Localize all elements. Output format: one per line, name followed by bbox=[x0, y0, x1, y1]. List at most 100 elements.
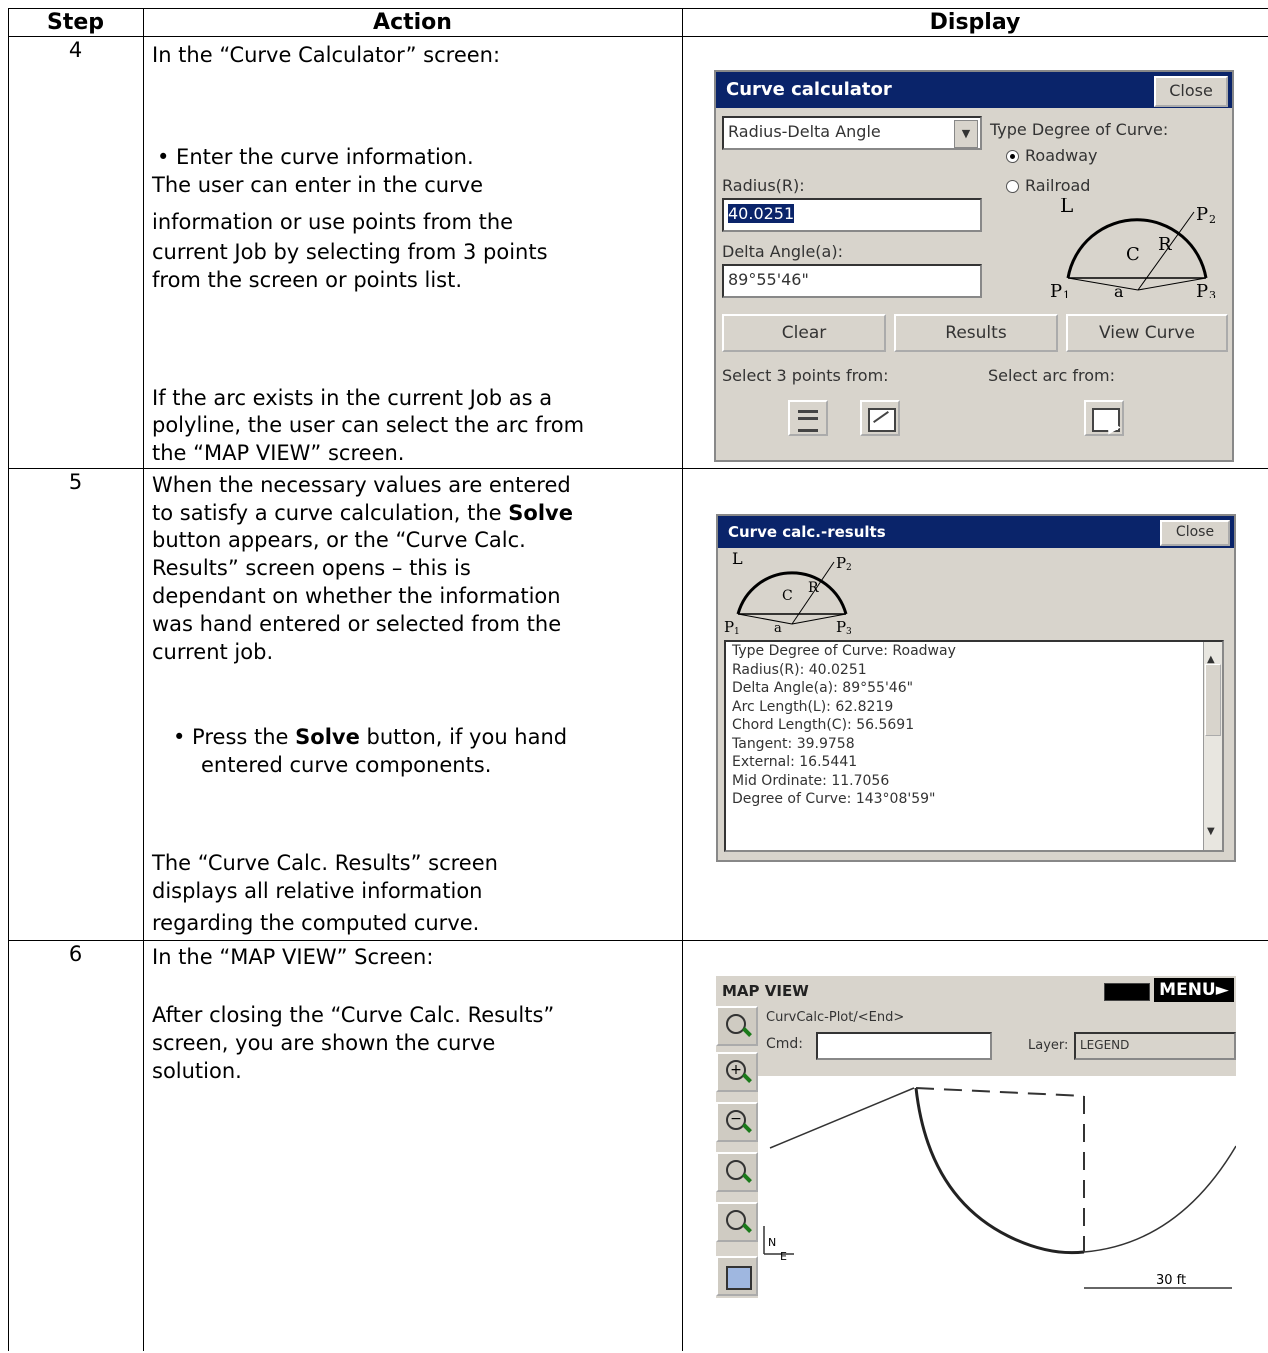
solve-bold: Solve bbox=[508, 501, 573, 525]
action-text: The user can enter in the curve bbox=[152, 173, 484, 197]
window-title: Curve calc.-results bbox=[728, 523, 886, 541]
label-P3: P bbox=[836, 618, 846, 634]
mode-select[interactable]: Radius-Delta Angle ▼ bbox=[722, 116, 982, 150]
action-text: information or use points from the bbox=[152, 210, 514, 234]
action-text: displays all relative information bbox=[152, 879, 483, 903]
row-divider-4-5 bbox=[8, 468, 1268, 469]
label-C: C bbox=[782, 588, 793, 604]
radius-input[interactable]: 40.0251 bbox=[722, 198, 982, 232]
zoom-previous-icon[interactable] bbox=[716, 1202, 758, 1242]
cmd-label: Cmd: bbox=[766, 1036, 804, 1052]
result-line: Delta Angle(a): 89°55'46" bbox=[732, 680, 914, 696]
select-arc-icon[interactable] bbox=[1084, 400, 1124, 436]
label-P1: P bbox=[724, 618, 734, 634]
tangent-line bbox=[769, 1087, 915, 1149]
triangle-right-icon: ► bbox=[1215, 980, 1229, 1000]
zoom-extents-icon[interactable] bbox=[716, 1006, 758, 1046]
bullet-text-part: button, if you hand bbox=[359, 725, 568, 749]
curve-arc bbox=[914, 1087, 1085, 1255]
action-text: the “MAP VIEW” screen. bbox=[152, 441, 405, 465]
radio-selected-icon[interactable] bbox=[1006, 150, 1019, 163]
curve-calculator-window: Curve calculator Close Radius-Delta Angl… bbox=[714, 70, 1234, 462]
results-lines: Type Degree of Curve: Roadway Radius(R):… bbox=[732, 642, 956, 809]
radius-line bbox=[737, 613, 793, 625]
label-L: L bbox=[732, 550, 743, 568]
type-degree-label: Type Degree of Curve: bbox=[990, 120, 1169, 139]
radius-line bbox=[1067, 277, 1139, 291]
solve-bold: Solve bbox=[295, 725, 360, 749]
step-number-6: 6 bbox=[68, 942, 83, 966]
points-list-icon[interactable] bbox=[788, 400, 828, 436]
result-line: External: 16.5441 bbox=[732, 754, 858, 770]
option-railroad[interactable]: Railroad bbox=[1006, 176, 1090, 195]
east-arrow-label: E bbox=[780, 1250, 787, 1263]
action-text: polyline, the user can select the arc fr… bbox=[152, 413, 585, 437]
action-text: current Job by selecting from 3 points bbox=[152, 240, 548, 264]
map-canvas: N E 30 ft bbox=[763, 1087, 1236, 1289]
label-P1: P bbox=[1050, 281, 1062, 298]
header-display: Display bbox=[929, 10, 1021, 35]
map-view-window: MAP VIEW MENU► CurvCalc-Plot/<End> Cmd: … bbox=[716, 976, 1236, 1298]
chevron-down-icon[interactable]: ▼ bbox=[954, 120, 978, 148]
label-P3: P bbox=[1196, 281, 1208, 298]
pan-icon[interactable] bbox=[716, 1256, 758, 1296]
zoom-window-icon[interactable] bbox=[716, 1152, 758, 1192]
label-L: L bbox=[1060, 198, 1073, 217]
action-text: When the necessary values are entered bbox=[152, 473, 571, 497]
label-P3-sub: 3 bbox=[1209, 289, 1216, 298]
delta-angle-input[interactable]: 89°55'46" bbox=[722, 264, 982, 298]
dashed-radius bbox=[915, 1087, 1085, 1097]
select-arc-label: Select arc from: bbox=[988, 366, 1115, 385]
curve-results-window: Curve calc.-results Close L C R a P 1 P … bbox=[716, 514, 1236, 862]
title-bar: Curve calc.-results Close bbox=[718, 516, 1234, 548]
clear-button[interactable]: Clear bbox=[722, 314, 886, 352]
view-curve-button[interactable]: View Curve bbox=[1066, 314, 1228, 352]
layer-label: Layer: bbox=[1028, 1038, 1069, 1053]
result-line: Type Degree of Curve: Roadway bbox=[732, 643, 956, 659]
bullet-item: • Press the Solve button, if you hand bbox=[173, 724, 567, 750]
radio-icon[interactable] bbox=[1006, 180, 1019, 193]
label-a: a bbox=[1114, 282, 1124, 298]
menu-button[interactable]: MENU► bbox=[1154, 978, 1234, 1002]
map-select-icon[interactable] bbox=[860, 400, 900, 436]
scroll-down-icon[interactable]: ▼ bbox=[1207, 818, 1215, 846]
step-number-4: 4 bbox=[68, 38, 83, 62]
col-divider-action bbox=[682, 8, 683, 1351]
bullet-text-part: • Press the bbox=[173, 725, 296, 749]
curve-diagram: L C R a P 1 P 2 P 3 bbox=[724, 550, 852, 634]
action-text: Results” screen opens – this is bbox=[152, 556, 471, 580]
step-number-5: 5 bbox=[68, 470, 83, 494]
label-R: R bbox=[808, 580, 819, 596]
results-button[interactable]: Results bbox=[894, 314, 1058, 352]
action-text: was hand entered or selected from the bbox=[152, 612, 562, 636]
zoom-in-icon[interactable]: + bbox=[716, 1052, 758, 1092]
scrollbar-thumb[interactable] bbox=[1205, 664, 1221, 736]
action-text: screen, you are shown the curve bbox=[152, 1031, 496, 1055]
label-P3-sub: 3 bbox=[846, 627, 852, 634]
action-text: In the “MAP VIEW” Screen: bbox=[152, 945, 434, 969]
option-roadway[interactable]: Roadway bbox=[1006, 146, 1098, 165]
header-action: Action bbox=[373, 10, 452, 35]
scale-label: 30 ft bbox=[1156, 1273, 1186, 1288]
mode-select-value: Radius-Delta Angle bbox=[728, 122, 881, 141]
action-text: If the arc exists in the current Job as … bbox=[152, 386, 553, 410]
layer-field[interactable]: LEGEND bbox=[1074, 1032, 1236, 1060]
action-text: The “Curve Calc. Results” screen bbox=[152, 851, 498, 875]
label-P2: P bbox=[1196, 204, 1208, 225]
action-text: regarding the computed curve. bbox=[152, 911, 480, 935]
label-R: R bbox=[1158, 234, 1172, 255]
results-listbox[interactable]: Type Degree of Curve: Roadway Radius(R):… bbox=[724, 640, 1224, 852]
vertical-scrollbar[interactable]: ▲ ▼ bbox=[1203, 642, 1222, 850]
label-P2-sub: 2 bbox=[846, 563, 852, 573]
action-text-part: to satisfy a curve calculation, the bbox=[152, 501, 509, 525]
table-left-border bbox=[8, 8, 9, 1351]
window-title: Curve calculator bbox=[726, 79, 892, 100]
action-text: button appears, or the “Curve Calc. bbox=[152, 528, 526, 552]
zoom-out-icon[interactable]: − bbox=[716, 1102, 758, 1142]
option-roadway-label: Roadway bbox=[1025, 146, 1098, 165]
close-button[interactable]: Close bbox=[1154, 76, 1228, 107]
label-a: a bbox=[774, 621, 782, 634]
close-button[interactable]: Close bbox=[1160, 520, 1230, 546]
map-path: CurvCalc-Plot/<End> bbox=[766, 1010, 905, 1025]
cmd-input[interactable] bbox=[816, 1032, 992, 1060]
